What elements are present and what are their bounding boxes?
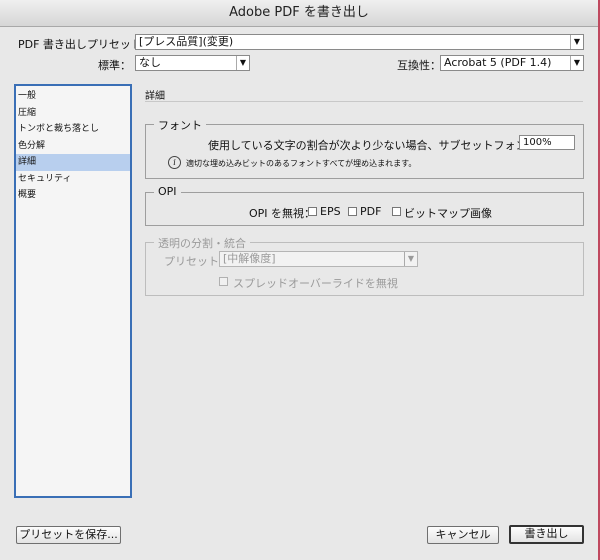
pdf-label: PDF [360, 205, 382, 218]
preset-label: PDF 書き出しプリセット： [18, 38, 153, 51]
sidebar-item-advanced[interactable]: 詳細 [16, 154, 130, 171]
font-info-text: 適切な埋め込みビットのあるフォントすべてが埋め込まれます。 [186, 159, 417, 168]
eps-checkbox[interactable] [308, 207, 317, 216]
flattener-preset-dropdown[interactable]: [中解像度] ▼ [219, 251, 418, 267]
sidebar-item-general[interactable]: 一般 [16, 88, 130, 105]
standard-value: なし [139, 56, 161, 69]
sidebar-item-output[interactable]: 色分解 [16, 138, 130, 155]
info-icon: i [168, 156, 181, 169]
opi-group: OPI OPI を無視： EPS PDF ビットマップ画像 [145, 185, 584, 226]
opi-omit-label: OPI を無視： [249, 207, 316, 220]
save-preset-button[interactable]: プリセットを保存... [16, 526, 121, 544]
bitmap-checkbox[interactable] [392, 207, 401, 216]
font-group: フォント 使用している文字の割合が次より少ない場合、サブセットフォントにする： … [145, 117, 584, 179]
opi-group-legend: OPI [154, 185, 181, 198]
eps-label: EPS [320, 205, 341, 218]
bitmap-label: ビットマップ画像 [404, 207, 492, 220]
chevron-down-icon: ▼ [570, 56, 583, 70]
category-list: 一般 圧縮 トンボと裁ち落とし 色分解 詳細 セキュリティ 概要 [14, 84, 132, 498]
compat-value: Acrobat 5 (PDF 1.4) [444, 56, 552, 69]
cancel-button[interactable]: キャンセル [427, 526, 499, 544]
export-button[interactable]: 書き出し [509, 525, 584, 544]
window-title: Adobe PDF を書き出し [0, 0, 598, 27]
preset-value: [プレス品質](変更) [139, 35, 234, 48]
sidebar-item-compression[interactable]: 圧縮 [16, 105, 130, 122]
chevron-down-icon: ▼ [570, 35, 583, 49]
preset-dropdown[interactable]: [プレス品質](変更) ▼ [135, 34, 584, 50]
section-divider [145, 101, 583, 102]
sidebar-item-marks-bleeds[interactable]: トンボと裁ち落とし [16, 121, 130, 138]
subset-threshold-input[interactable]: 100% [519, 135, 575, 150]
compatibility-dropdown[interactable]: Acrobat 5 (PDF 1.4) ▼ [440, 55, 584, 71]
ignore-spread-override-checkbox[interactable] [219, 277, 228, 286]
ignore-spread-override-label: スプレッドオーバーライドを無視 [233, 277, 398, 290]
font-group-legend: フォント [154, 117, 206, 133]
transparency-group: 透明の分割・統合 プリセット： [中解像度] ▼ スプレッドオーバーライドを無視 [145, 235, 584, 296]
sidebar-item-security[interactable]: セキュリティ [16, 171, 130, 188]
section-title: 詳細 [145, 91, 165, 102]
transparency-group-legend: 透明の分割・統合 [154, 235, 250, 251]
export-pdf-dialog: Adobe PDF を書き出し PDF 書き出しプリセット： [プレス品質](変… [0, 0, 600, 560]
flattener-preset-value: [中解像度] [223, 252, 276, 265]
standard-label: 標準： [98, 59, 131, 72]
sidebar-item-summary[interactable]: 概要 [16, 187, 130, 204]
standard-dropdown[interactable]: なし ▼ [135, 55, 250, 71]
compat-label: 互換性： [397, 59, 441, 72]
pdf-checkbox[interactable] [348, 207, 357, 216]
chevron-down-icon: ▼ [236, 56, 249, 70]
chevron-down-icon: ▼ [404, 252, 417, 266]
